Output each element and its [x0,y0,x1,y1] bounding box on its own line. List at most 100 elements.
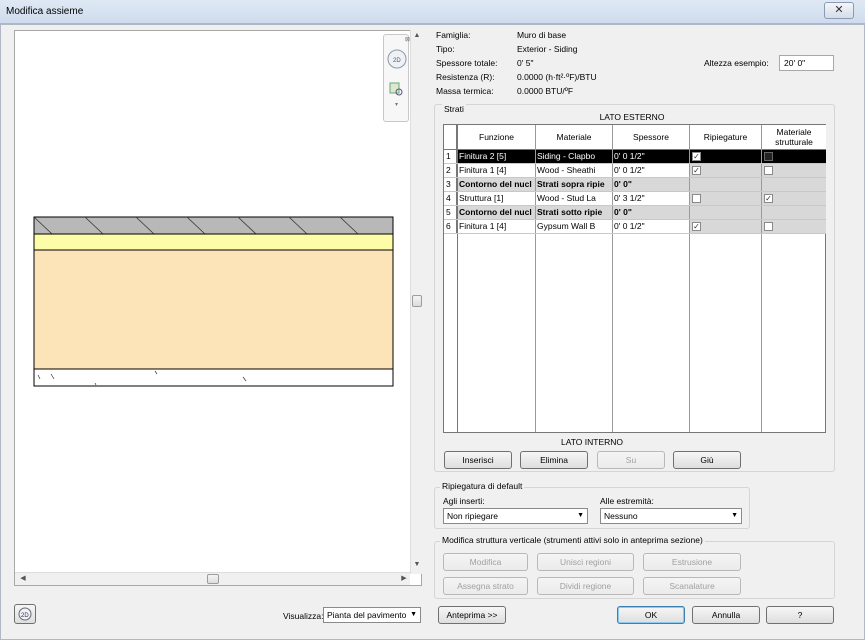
svg-text:▾: ▾ [395,102,398,108]
table-row[interactable]: 5 Contorno del nucl Strati sotto ripie 0… [444,206,826,220]
cell-materiale[interactable]: Siding - Clapbo [536,150,612,163]
row-number: 6 [444,220,457,233]
lato-interno-label: LATO INTERNO [560,437,624,447]
annulla-button[interactable]: Annulla [692,606,760,624]
elimina-button[interactable]: Elimina [520,451,588,469]
spessore-value: 0' 5" [517,58,534,68]
svg-text:2D: 2D [21,613,29,619]
layer-sheathing [33,233,394,251]
row-number: 2 [444,164,457,177]
cell-spessore[interactable]: 0' 3 1/2" [613,192,689,205]
inserti-value: Non ripiegare [447,511,499,521]
verticale-group-label: Modifica struttura verticale (strumenti … [440,535,705,545]
cell-materiale[interactable]: Wood - Stud La [536,192,612,205]
estrusione-button[interactable]: Estrusione [643,553,741,571]
table-row[interactable]: 3 Contorno del nucl Strati sopra ripie 0… [444,178,826,192]
famiglia-value: Muro di base [517,30,567,40]
header-materiale-strutturale[interactable]: Materiale strutturale [762,125,826,150]
hscroll-thumb[interactable] [207,574,219,584]
resistenza-label: Resistenza (R): [436,72,495,82]
ripiegatura-group-label: Ripiegatura di default [440,481,525,491]
cell-funzione[interactable]: Struttura [1] [458,192,535,205]
cell-spessore[interactable]: 0' 0 1/2" [613,220,689,233]
row-number: 3 [444,178,457,191]
spessore-label: Spessore totale: [436,58,498,68]
scroll-thumb[interactable] [412,295,422,307]
cell-spessore[interactable]: 0' 0" [613,178,689,191]
modifica-button[interactable]: Modifica [443,553,528,571]
ripiegature-checkbox[interactable] [692,194,701,203]
help-button[interactable]: ? [766,606,834,624]
wall-section-drawing [33,216,394,387]
scroll-left-icon[interactable]: ◀ [17,574,29,582]
scroll-down-icon[interactable]: ▼ [411,561,423,568]
strati-group-label: Strati [442,104,466,114]
visualizza-select[interactable]: Pianta del pavimento ▼ [323,607,421,623]
estremita-select[interactable]: Nessuno ▼ [600,508,742,524]
vertical-scrollbar[interactable]: ▲ ▼ [410,30,422,574]
table-row[interactable]: 6 Finitura 1 [4] Gypsum Wall B 0' 0 1/2"… [444,220,826,234]
header-corner [444,125,457,150]
cell-materiale[interactable]: Strati sotto ripie [536,206,612,219]
cell-strutturale [762,206,826,219]
layers-table[interactable]: Funzione Materiale Spessore Ripiegature … [443,124,826,433]
dividi-regione-button[interactable]: Dividi regione [537,577,634,595]
giu-button[interactable]: Giù [673,451,741,469]
header-funzione[interactable]: Funzione [458,125,535,150]
cell-spessore[interactable]: 0' 0 1/2" [613,150,689,163]
scroll-right-icon[interactable]: ▶ [398,574,410,582]
cell-funzione[interactable]: Finitura 2 [5] [458,150,535,163]
scroll-up-icon[interactable]: ▲ [411,32,423,39]
cell-materiale[interactable]: Wood - Sheathi [536,164,612,177]
ripiegature-checkbox[interactable]: ✓ [692,222,701,231]
row-number: 5 [444,206,457,219]
lato-esterno-label: LATO ESTERNO [599,112,665,122]
altezza-label: Altezza esempio: [704,58,769,68]
ripiegature-checkbox[interactable]: ✓ [692,166,701,175]
table-row[interactable]: 2 Finitura 1 [4] Wood - Sheathi 0' 0 1/2… [444,164,826,178]
cell-spessore[interactable]: 0' 0 1/2" [613,164,689,177]
inserti-select[interactable]: Non ripiegare ▼ [443,508,588,524]
su-button[interactable]: Su [597,451,665,469]
close-button[interactable]: ✕ [824,2,854,19]
massa-value: 0.0000 BTU/ºF [517,86,574,96]
famiglia-label: Famiglia: [436,30,471,40]
assegna-strato-button[interactable]: Assegna strato [443,577,528,595]
horizontal-scrollbar[interactable]: ◀ ▶ [15,572,410,585]
cell-funzione[interactable]: Finitura 1 [4] [458,164,535,177]
table-row[interactable]: 1 Finitura 2 [5] Siding - Clapbo 0' 0 1/… [444,150,826,164]
strutturale-checkbox[interactable] [764,222,773,231]
visualizza-label: Visualizza: [283,611,324,621]
altezza-input[interactable]: 20' 0" [779,55,834,71]
zoom-icon[interactable]: ▾ [384,79,410,119]
view-2d-icon[interactable]: 2D [14,604,36,624]
navigation-bar[interactable]: 2D ⊠ ▾ [383,34,410,122]
section-preview[interactable] [14,30,422,586]
inserisci-button[interactable]: Inserisci [444,451,512,469]
header-ripiegature[interactable]: Ripiegature [690,125,761,150]
title-bar [0,0,865,24]
cell-funzione[interactable]: Contorno del nucl [458,178,535,191]
cell-materiale[interactable]: Strati sopra ripie [536,178,612,191]
header-spessore[interactable]: Spessore [613,125,689,150]
strutturale-checkbox[interactable] [764,166,773,175]
ripiegature-checkbox[interactable]: ✓ [692,152,701,161]
cell-ripiegature [690,178,761,191]
cell-funzione[interactable]: Contorno del nucl [458,206,535,219]
cell-spessore[interactable]: 0' 0" [613,206,689,219]
cell-funzione[interactable]: Finitura 1 [4] [458,220,535,233]
row-number: 4 [444,192,457,205]
ok-button[interactable]: OK [617,606,685,624]
scanalature-button[interactable]: Scanalature [643,577,741,595]
cell-strutturale [762,178,826,191]
anteprima-button[interactable]: Anteprima >> [438,606,506,624]
header-materiale[interactable]: Materiale [536,125,612,150]
cell-materiale[interactable]: Gypsum Wall B [536,220,612,233]
unisci-regioni-button[interactable]: Unisci regioni [537,553,634,571]
estremita-value: Nessuno [604,511,638,521]
visualizza-value: Pianta del pavimento [327,610,407,620]
table-row[interactable]: 4 Struttura [1] Wood - Stud La 0' 3 1/2"… [444,192,826,206]
estremita-label: Alle estremità: [600,496,654,506]
strutturale-checkbox[interactable] [764,152,773,161]
strutturale-checkbox[interactable]: ✓ [764,194,773,203]
